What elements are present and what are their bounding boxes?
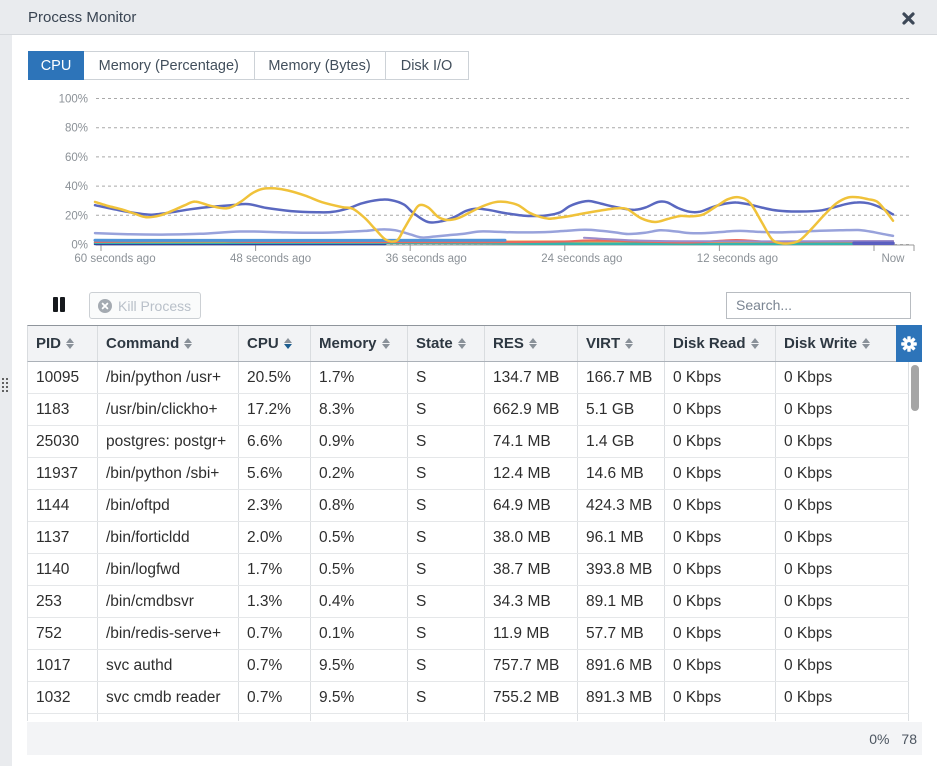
svg-text:0%: 0% [71,240,88,252]
svg-text:80%: 80% [65,123,88,135]
svg-text:100%: 100% [59,94,88,106]
svg-text:20%: 20% [65,210,88,222]
svg-text:24 seconds ago: 24 seconds ago [541,253,622,265]
svg-text:12 seconds ago: 12 seconds ago [697,253,778,265]
svg-text:60 seconds ago: 60 seconds ago [74,253,155,265]
svg-text:36 seconds ago: 36 seconds ago [386,253,467,265]
svg-text:40%: 40% [65,181,88,193]
svg-text:60%: 60% [65,152,88,164]
svg-text:48 seconds ago: 48 seconds ago [230,253,311,265]
svg-text:Now: Now [881,253,905,265]
